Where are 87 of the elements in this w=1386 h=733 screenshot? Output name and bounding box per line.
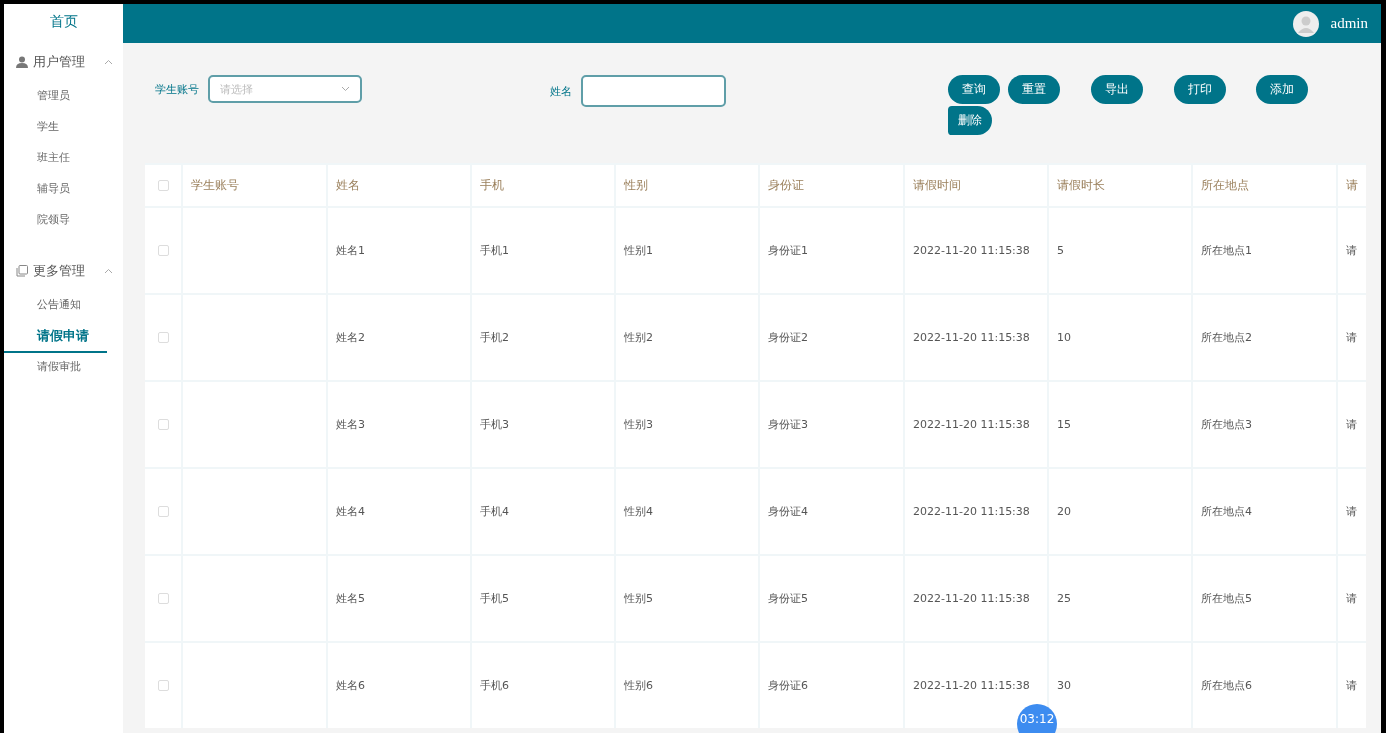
sidebar-item[interactable]: 辅导员: [4, 175, 107, 206]
column-header: 身份证: [760, 165, 903, 206]
table-cell: 性别3: [616, 382, 758, 467]
table-cell: 手机6: [472, 643, 614, 728]
table-cell: 性别2: [616, 295, 758, 380]
action-button[interactable]: 打印: [1174, 75, 1226, 104]
table-cell: 身份证3: [760, 382, 903, 467]
sidebar-item[interactable]: 公告通知: [4, 291, 107, 322]
table-cell: 所在地点2: [1193, 295, 1336, 380]
table-cell: 2022-11-20 11:15:38: [905, 295, 1047, 380]
table-cell: 25: [1049, 556, 1191, 641]
field-label: 姓名: [550, 83, 572, 99]
table-cell: 姓名1: [328, 208, 470, 293]
table-cell: 手机4: [472, 469, 614, 554]
sidebar-item[interactable]: 院领导: [4, 206, 107, 237]
column-header: 请: [1338, 165, 1366, 206]
table-cell: 所在地点6: [1193, 643, 1336, 728]
checkbox[interactable]: [157, 593, 169, 604]
checkbox[interactable]: [157, 419, 169, 430]
table-cell: 请: [1338, 643, 1366, 728]
table-cell: 请: [1338, 295, 1366, 380]
field-label: 学生账号: [155, 81, 199, 97]
sidebar-item[interactable]: 请假申请: [4, 322, 107, 353]
table-cell: 请: [1338, 556, 1366, 641]
table-cell: 2022-11-20 11:15:38: [905, 382, 1047, 467]
table-cell: 身份证4: [760, 469, 903, 554]
menu-group-title[interactable]: 更多管理: [33, 262, 99, 280]
column-header: 请假时长: [1049, 165, 1191, 206]
column-header: 姓名: [328, 165, 470, 206]
table-cell: 姓名2: [328, 295, 470, 380]
action-button[interactable]: 重置: [1008, 75, 1060, 104]
table-cell: 2022-11-20 11:15:38: [905, 556, 1047, 641]
sidebar-item[interactable]: 学生: [4, 113, 107, 144]
column-header: 手机: [472, 165, 614, 206]
sidebar-item[interactable]: 班主任: [4, 144, 107, 175]
caret-icon: [341, 86, 350, 92]
table-cell: 性别1: [616, 208, 758, 293]
avatar-icon: [1292, 10, 1319, 37]
table-cell: 请: [1338, 208, 1366, 293]
table-cell: 2022-11-20 11:15:38: [905, 469, 1047, 554]
table-cell: 所在地点1: [1193, 208, 1336, 293]
table-cell: 请: [1338, 382, 1366, 467]
action-button[interactable]: 删除: [948, 106, 992, 135]
table-cell: 10: [1049, 295, 1191, 380]
table-cell: 15: [1049, 382, 1191, 467]
checkbox[interactable]: [157, 506, 169, 517]
table-cell: 身份证1: [760, 208, 903, 293]
action-button[interactable]: 添加: [1256, 75, 1308, 104]
menu-group-title[interactable]: 用户管理: [33, 53, 99, 71]
column-header: 性别: [616, 165, 758, 206]
table-cell: 5: [1049, 208, 1191, 293]
table-cell: 手机1: [472, 208, 614, 293]
user-icon: [16, 56, 28, 68]
table-cell: 性别6: [616, 643, 758, 728]
checkbox[interactable]: [157, 180, 169, 191]
column-header: 学生账号: [183, 165, 326, 206]
checkbox[interactable]: [157, 245, 169, 256]
checkbox[interactable]: [157, 332, 169, 343]
table-cell: 请: [1338, 469, 1366, 554]
table-cell: 姓名3: [328, 382, 470, 467]
table-cell: 姓名6: [328, 643, 470, 728]
sidebar-item[interactable]: 管理员: [4, 82, 107, 113]
table-cell: 所在地点3: [1193, 382, 1336, 467]
user-name[interactable]: admin: [1330, 15, 1368, 32]
column-header: 请假时间: [905, 165, 1047, 206]
table-cell: 性别4: [616, 469, 758, 554]
copy-icon: [16, 265, 28, 277]
table-cell: 20: [1049, 469, 1191, 554]
home-link[interactable]: 首页: [4, 4, 123, 42]
action-button[interactable]: 导出: [1091, 75, 1143, 104]
table-cell: 手机5: [472, 556, 614, 641]
table-cell: 身份证2: [760, 295, 903, 380]
table-cell: 2022-11-20 11:15:38: [905, 208, 1047, 293]
table-cell: 手机2: [472, 295, 614, 380]
table-cell: 所在地点5: [1193, 556, 1336, 641]
table-cell: 姓名4: [328, 469, 470, 554]
column-header: 所在地点: [1193, 165, 1336, 206]
checkbox[interactable]: [157, 680, 169, 691]
table-cell: 性别5: [616, 556, 758, 641]
table-cell: 姓名5: [328, 556, 470, 641]
table-cell: 身份证5: [760, 556, 903, 641]
sidebar-item[interactable]: 请假审批: [4, 353, 107, 384]
table-cell: 手机3: [472, 382, 614, 467]
action-button[interactable]: 查询: [948, 75, 1000, 104]
table-cell: 所在地点4: [1193, 469, 1336, 554]
table-cell: 身份证6: [760, 643, 903, 728]
input-field[interactable]: [581, 75, 726, 107]
